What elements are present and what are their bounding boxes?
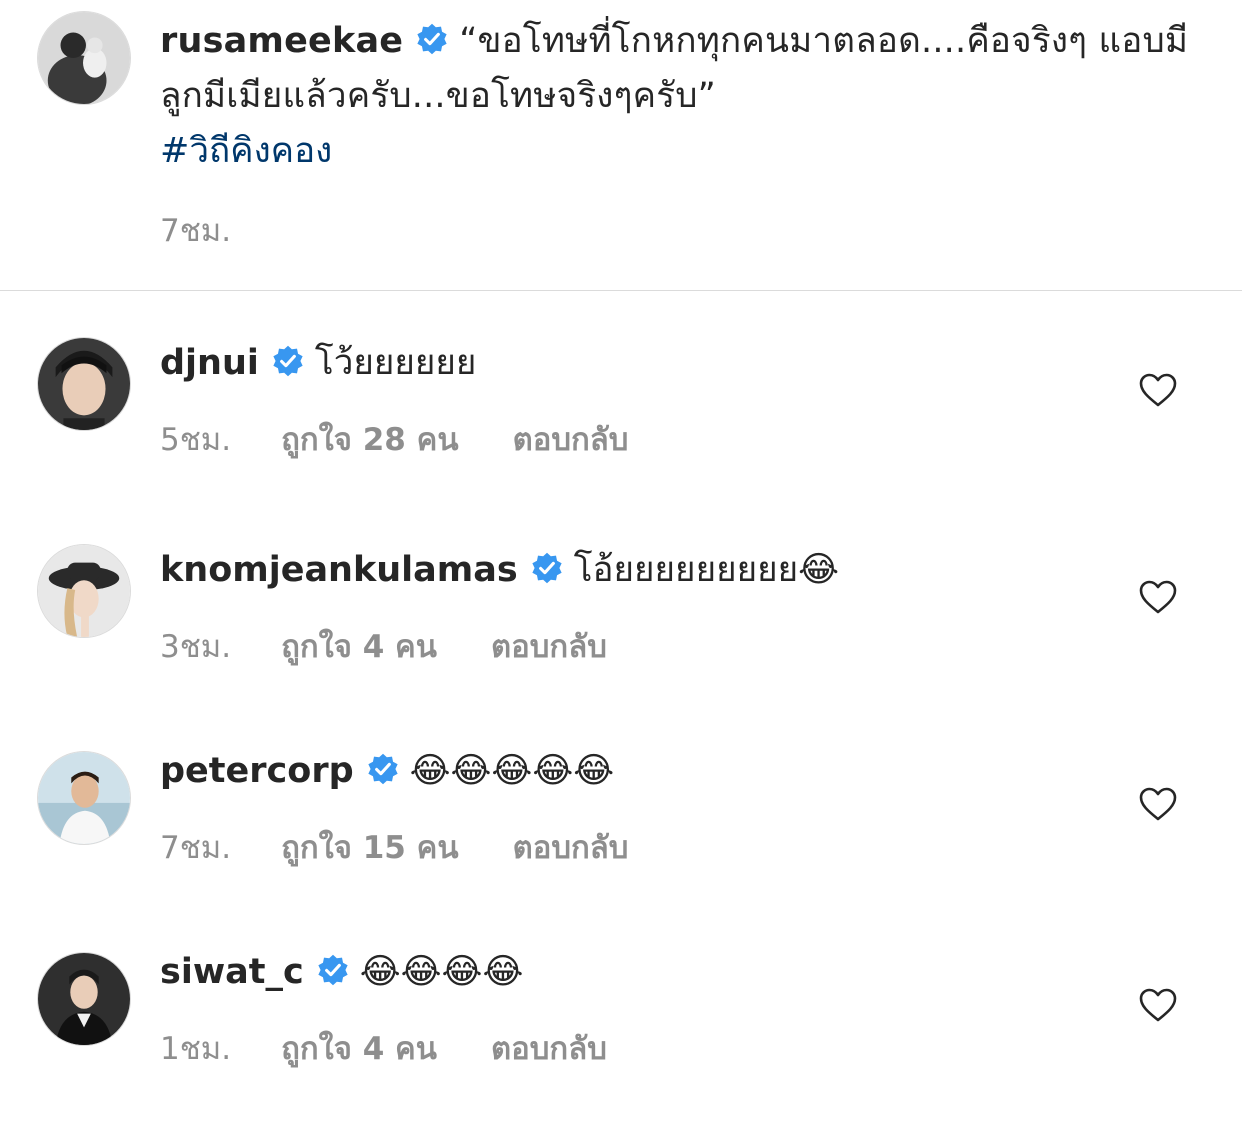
avatar-image bbox=[38, 338, 130, 430]
comment-text: โว้ยยยยยย bbox=[314, 343, 477, 383]
heart-icon[interactable] bbox=[1138, 987, 1178, 1023]
avatar-image bbox=[38, 953, 130, 1045]
verified-badge-icon bbox=[368, 753, 398, 785]
reply-button[interactable]: ตอบกลับ bbox=[491, 621, 607, 671]
likes-count-button[interactable]: ถูกใจ 15 คน bbox=[281, 822, 459, 872]
comment-avatar-knomjeankulamas[interactable] bbox=[37, 544, 131, 638]
comment-body: knomjeankulamas โอ้ยยยยยยยยย😂 bbox=[160, 545, 839, 595]
comment-username[interactable]: djnui bbox=[160, 343, 259, 383]
comment-text: 😂😂😂😂 bbox=[359, 952, 524, 992]
caption-time: 7ชม. bbox=[160, 213, 232, 249]
likes-count-button[interactable]: ถูกใจ 28 คน bbox=[281, 414, 459, 464]
reply-button[interactable]: ตอบกลับ bbox=[513, 414, 629, 464]
comment-meta: 5ชม. ถูกใจ 28 คน ตอบกลับ bbox=[160, 414, 628, 464]
likes-count-button[interactable]: ถูกใจ 4 คน bbox=[281, 1023, 437, 1073]
comment-username[interactable]: knomjeankulamas bbox=[160, 550, 518, 590]
likes-count-button[interactable]: ถูกใจ 4 คน bbox=[281, 621, 437, 671]
comment-body: siwat_c 😂😂😂😂 bbox=[160, 947, 523, 997]
comment-text: 😂😂😂😂😂 bbox=[409, 751, 615, 791]
heart-icon[interactable] bbox=[1138, 786, 1178, 822]
comment-username[interactable]: petercorp bbox=[160, 751, 354, 791]
reply-button[interactable]: ตอบกลับ bbox=[513, 822, 629, 872]
verified-badge-icon bbox=[273, 345, 303, 377]
caption: rusameekae “ขอโทษที่โกหกทุกคนมาตลอด....ค… bbox=[160, 14, 1200, 179]
caption-hashtag[interactable]: #วิถีคิงคอง bbox=[160, 124, 1200, 179]
comment-avatar-djnui[interactable] bbox=[37, 337, 131, 431]
heart-outline-icon bbox=[1139, 580, 1177, 614]
avatar-image bbox=[38, 545, 130, 637]
caption-username[interactable]: rusameekae bbox=[160, 21, 403, 61]
verified-badge-icon bbox=[417, 23, 447, 55]
heart-outline-icon bbox=[1139, 373, 1177, 407]
comment-meta: 3ชม. ถูกใจ 4 คน ตอบกลับ bbox=[160, 621, 607, 671]
heart-outline-icon bbox=[1139, 787, 1177, 821]
caption-meta: 7ชม. bbox=[160, 205, 231, 255]
verified-badge-icon bbox=[318, 954, 348, 986]
divider bbox=[0, 290, 1242, 291]
comment-time: 1ชม. bbox=[160, 1031, 232, 1067]
comment-time: 3ชม. bbox=[160, 629, 232, 665]
heart-icon[interactable] bbox=[1138, 579, 1178, 615]
comment-avatar-siwat_c[interactable] bbox=[37, 952, 131, 1046]
comment-text: โอ้ยยยยยยยยย😂 bbox=[573, 550, 840, 590]
comment-time: 7ชม. bbox=[160, 830, 232, 866]
heart-outline-icon bbox=[1139, 988, 1177, 1022]
verified-badge-icon bbox=[532, 552, 562, 584]
heart-icon[interactable] bbox=[1138, 372, 1178, 408]
comment-body: djnui โว้ยยยยยย bbox=[160, 338, 476, 388]
comment-avatar-petercorp[interactable] bbox=[37, 751, 131, 845]
reply-button[interactable]: ตอบกลับ bbox=[491, 1023, 607, 1073]
comment-time: 5ชม. bbox=[160, 422, 232, 458]
comment-meta: 7ชม. ถูกใจ 15 คน ตอบกลับ bbox=[160, 822, 628, 872]
avatar-image bbox=[38, 12, 130, 104]
avatar-image bbox=[38, 752, 130, 844]
comment-meta: 1ชม. ถูกใจ 4 คน ตอบกลับ bbox=[160, 1023, 607, 1073]
comment-username[interactable]: siwat_c bbox=[160, 952, 304, 992]
caption-avatar[interactable] bbox=[37, 11, 131, 105]
comment-body: petercorp 😂😂😂😂😂 bbox=[160, 746, 614, 796]
